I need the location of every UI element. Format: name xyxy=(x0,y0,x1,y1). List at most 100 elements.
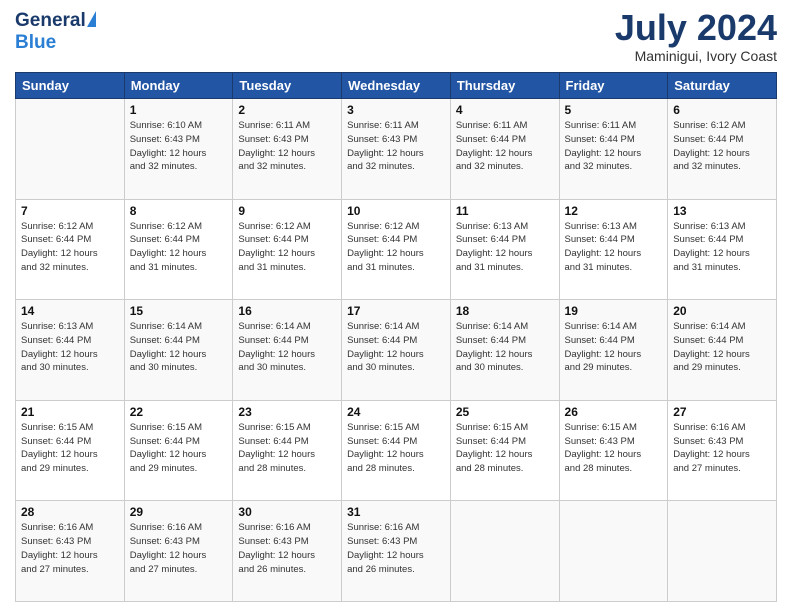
daylight-text: Daylight: 12 hours xyxy=(673,148,750,159)
day-cell: 13Sunrise: 6:13 AMSunset: 6:44 PMDayligh… xyxy=(668,199,777,300)
sunset-text: Sunset: 6:44 PM xyxy=(238,234,308,245)
day-cell: 12Sunrise: 6:13 AMSunset: 6:44 PMDayligh… xyxy=(559,199,668,300)
logo-general-text: General xyxy=(15,10,86,32)
sunrise-text: Sunrise: 6:11 AM xyxy=(456,120,528,131)
sunset-text: Sunset: 6:44 PM xyxy=(238,335,308,346)
daylight-text: Daylight: 12 hours xyxy=(456,148,533,159)
daylight-text: Daylight: 12 hours xyxy=(238,550,315,561)
day-cell: 21 Sunrise: 6:15 AMSunset: 6:44 PMDayligh… xyxy=(16,400,125,501)
daylight-text-cont: and 29 minutes. xyxy=(21,463,89,474)
daylight-text-cont: and 30 minutes. xyxy=(347,362,415,373)
week-row-5: 28Sunrise: 6:16 AMSunset: 6:43 PMDayligh… xyxy=(16,501,777,602)
daylight-text-cont: and 31 minutes. xyxy=(456,262,524,273)
day-cell xyxy=(450,501,559,602)
daylight-text: Daylight: 12 hours xyxy=(238,349,315,360)
daylight-text-cont: and 26 minutes. xyxy=(238,564,306,575)
day-info: Sunrise: 6:16 AMSunset: 6:43 PMDaylight:… xyxy=(130,521,228,576)
day-number: 27 xyxy=(673,405,771,419)
day-info: Sunrise: 6:15 AMSunset: 6:43 PMDaylight:… xyxy=(565,421,663,476)
daylight-text-cont: and 31 minutes. xyxy=(238,262,306,273)
sunrise-text: Sunrise: 6:10 AM xyxy=(130,120,202,131)
daylight-text-cont: and 28 minutes. xyxy=(347,463,415,474)
location: Maminigui, Ivory Coast xyxy=(615,48,777,64)
sunset-text: Sunset: 6:44 PM xyxy=(456,234,526,245)
day-number: 26 xyxy=(565,405,663,419)
day-info: Sunrise: 6:14 AMSunset: 6:44 PMDaylight:… xyxy=(130,320,228,375)
day-number: 21 xyxy=(21,405,119,419)
day-number: 31 xyxy=(347,505,445,519)
day-number: 3 xyxy=(347,103,445,117)
daylight-text: Daylight: 12 hours xyxy=(130,449,207,460)
page: General Blue July 2024 Maminigui, Ivory … xyxy=(0,0,792,612)
day-info: Sunrise: 6:10 AM Sunset: 6:43 PM Daylight:… xyxy=(130,119,228,174)
day-number: 16 xyxy=(238,304,336,318)
daylight-text: Daylight: 12 hours xyxy=(565,148,642,159)
day-number: 23 xyxy=(238,405,336,419)
day-number: 7 xyxy=(21,204,119,218)
day-number: 8 xyxy=(130,204,228,218)
sunset-text: Sunset: 6:43 PM xyxy=(130,134,200,145)
sunrise-text: Sunrise: 6:14 AM xyxy=(130,321,202,332)
day-cell: 29Sunrise: 6:16 AMSunset: 6:43 PMDayligh… xyxy=(124,501,233,602)
day-number: 6 xyxy=(673,103,771,117)
day-number: 25 xyxy=(456,405,554,419)
daylight-text: Daylight: 12 hours xyxy=(347,449,424,460)
day-info: Sunrise: 6:14 AMSunset: 6:44 PMDaylight:… xyxy=(347,320,445,375)
daylight-text: Daylight: 12 hours xyxy=(130,248,207,259)
day-number: 10 xyxy=(347,204,445,218)
sunset-text: Sunset: 6:44 PM xyxy=(21,234,91,245)
sunset-text: Sunset: 6:44 PM xyxy=(565,234,635,245)
day-number: 20 xyxy=(673,304,771,318)
sunrise-text: Sunrise: 6:15 AM xyxy=(565,422,637,433)
day-header-monday: Monday xyxy=(124,73,233,99)
sunset-text: Sunset: 6:43 PM xyxy=(238,134,308,145)
sunset-text: Sunset: 6:44 PM xyxy=(673,134,743,145)
sunrise-text: Sunrise: 6:13 AM xyxy=(456,221,528,232)
daylight-text: Daylight: 12 hours xyxy=(238,449,315,460)
day-cell: 14Sunrise: 6:13 AMSunset: 6:44 PMDayligh… xyxy=(16,300,125,401)
daylight-text-cont: and 32 minutes. xyxy=(565,161,633,172)
sunset-text: Sunset: 6:44 PM xyxy=(130,436,200,447)
day-info: Sunrise: 6:15 AMSunset: 6:44 PMDaylight:… xyxy=(456,421,554,476)
sunset-text: Sunset: 6:43 PM xyxy=(347,134,417,145)
daylight-text: Daylight: 12 hours xyxy=(347,148,424,159)
daylight-text-cont: and 27 minutes. xyxy=(21,564,89,575)
day-header-friday: Friday xyxy=(559,73,668,99)
day-number: 9 xyxy=(238,204,336,218)
day-info: Sunrise: 6:15 AMSunset: 6:44 PMDaylight:… xyxy=(21,421,119,476)
daylight-text: Daylight: 12 hours xyxy=(456,449,533,460)
title-area: July 2024 Maminigui, Ivory Coast xyxy=(615,10,777,64)
sunrise-text: Sunrise: 6:12 AM xyxy=(130,221,202,232)
sunrise-text: Sunrise: 6:14 AM xyxy=(238,321,310,332)
day-cell: 9Sunrise: 6:12 AMSunset: 6:44 PMDaylight… xyxy=(233,199,342,300)
daylight-text-cont: and 28 minutes. xyxy=(565,463,633,474)
daylight-text-cont: and 27 minutes. xyxy=(130,564,198,575)
day-info: Sunrise: 6:14 AM Sunset: 6:44 PM Daylight:… xyxy=(238,320,336,375)
sunset-text: Sunset: 6:44 PM xyxy=(21,436,91,447)
day-cell: 19Sunrise: 6:14 AMSunset: 6:44 PMDayligh… xyxy=(559,300,668,401)
daylight-text: Daylight: 12 hours xyxy=(347,248,424,259)
daylight-text: Daylight: 12 hours xyxy=(673,449,750,460)
day-info: Sunrise: 6:15 AMSunset: 6:44 PMDaylight:… xyxy=(238,421,336,476)
sunset-text: Sunset: 6:44 PM xyxy=(130,335,200,346)
day-info: Sunrise: 6:14 AMSunset: 6:44 PMDaylight:… xyxy=(673,320,771,375)
week-row-4: 21Sunrise: 6:15 AMSunset: 6:44 PMDayligh… xyxy=(16,400,777,501)
week-row-3: 14Sunrise: 6:13 AMSunset: 6:44 PMDayligh… xyxy=(16,300,777,401)
day-cell: 1Sunrise: 6:10 AMSunset: 6:43 PMDaylight… xyxy=(124,99,233,200)
sunset-text: Sunset: 6:44 PM xyxy=(456,335,526,346)
day-number: 11 xyxy=(456,204,554,218)
sunrise-text: Sunrise: 6:16 AM xyxy=(238,522,310,533)
day-cell: 24Sunrise: 6:15 AMSunset: 6:44 PMDayligh… xyxy=(342,400,451,501)
day-info: Sunrise: 6:11 AMSunset: 6:44 PMDaylight:… xyxy=(456,119,554,174)
day-info: Sunrise: 6:14 AMSunset: 6:44 PMDaylight:… xyxy=(456,320,554,375)
day-info: Sunrise: 6:11 AMSunset: 6:43 PMDaylight:… xyxy=(238,119,336,174)
day-cell: 28Sunrise: 6:16 AMSunset: 6:43 PMDayligh… xyxy=(16,501,125,602)
day-number: 18 xyxy=(456,304,554,318)
day-cell: 8Sunrise: 6:12 AMSunset: 6:44 PMDaylight… xyxy=(124,199,233,300)
sunset-text: Sunset: 6:43 PM xyxy=(21,536,91,547)
day-info: Sunrise: 6:15 AMSunset: 6:44 PMDaylight:… xyxy=(347,421,445,476)
daylight-text: Daylight: 12 hours xyxy=(130,148,207,159)
day-number: 15 xyxy=(130,304,228,318)
day-header-saturday: Saturday xyxy=(668,73,777,99)
day-number: 14 xyxy=(21,304,119,318)
